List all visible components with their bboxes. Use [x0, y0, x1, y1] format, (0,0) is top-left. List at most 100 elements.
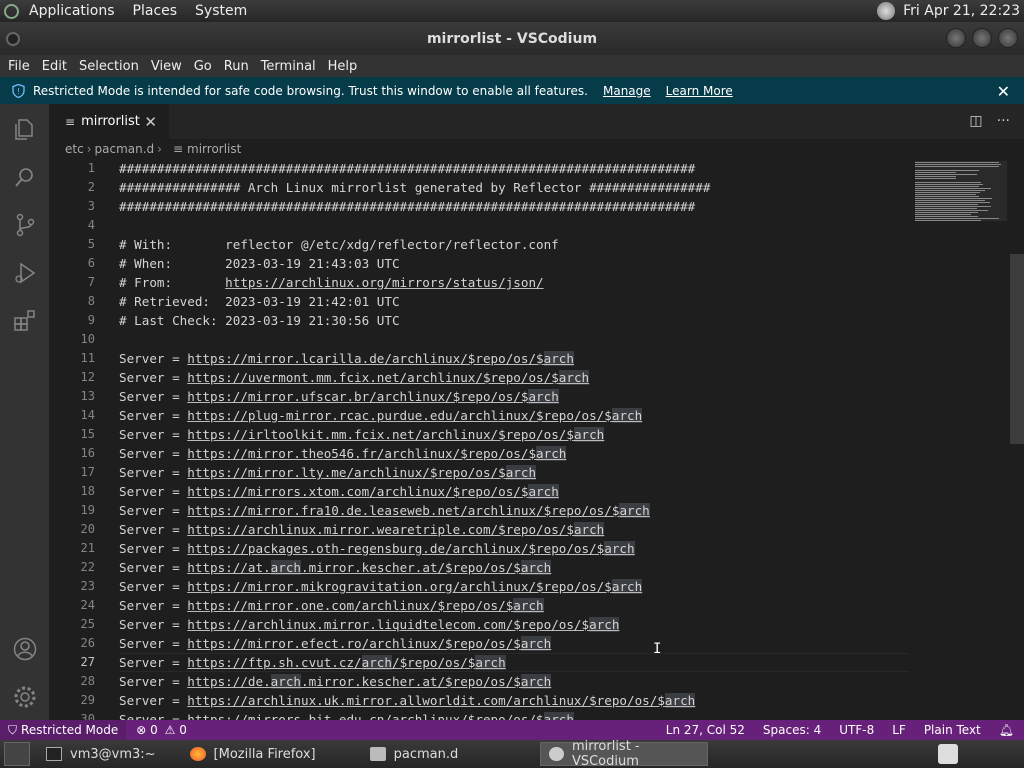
menu-edit[interactable]: Edit — [42, 59, 67, 74]
code-line[interactable]: Server = https://uvermont.mm.fcix.net/ar… — [119, 368, 590, 387]
code-line[interactable]: Server = https://mirrors.bit.edu.cn/arch… — [119, 710, 574, 720]
highlighted-match[interactable]: arch — [361, 655, 392, 670]
menu-file[interactable]: File — [8, 59, 30, 74]
extensions-icon[interactable] — [12, 308, 38, 334]
code-line[interactable]: Server = https://mirrors.xtom.com/archli… — [119, 482, 559, 501]
search-icon[interactable] — [12, 164, 38, 190]
code-line[interactable]: Server = https://mirror.lty.me/archlinux… — [119, 463, 537, 482]
highlighted-match[interactable]: arch — [520, 560, 552, 575]
code-line[interactable]: Server = https://mirror.one.com/archlinu… — [119, 596, 544, 615]
show-desktop-button[interactable] — [4, 742, 30, 766]
menu-run[interactable]: Run — [224, 59, 249, 74]
url-link[interactable]: https://ftp.sh.cvut.cz/ — [187, 655, 361, 670]
code-line[interactable]: # From: https://archlinux.org/mirrors/st… — [119, 273, 544, 292]
code-line[interactable]: ########################################… — [119, 197, 695, 216]
code-line[interactable]: Server = https://archlinux.mirror.wearet… — [119, 520, 605, 539]
url-link[interactable]: https://irltoolkit.mm.fcix.net/archlinux… — [187, 427, 574, 442]
code-line[interactable]: # Retrieved: 2023-03-19 21:42:01 UTC — [119, 292, 400, 311]
minimap[interactable] — [911, 159, 1007, 720]
tray-app-icon[interactable] — [938, 744, 958, 764]
url-link[interactable]: .mirror.kescher.at/$repo/os/$ — [301, 560, 521, 575]
code-text[interactable]: ########################################… — [119, 159, 909, 720]
highlighted-match[interactable]: arch — [573, 522, 605, 537]
highlighted-match[interactable]: arch — [558, 370, 590, 385]
explorer-icon[interactable] — [12, 116, 38, 142]
panel-menu-applications[interactable]: Applications — [22, 3, 126, 19]
url-link[interactable]: https://mirror.lcarilla.de/archlinux/$re… — [187, 351, 543, 366]
highlighted-match[interactable]: arch — [528, 484, 559, 499]
status-restricted-mode[interactable]: ⛉ Restricted Mode — [0, 720, 127, 740]
status-encoding[interactable]: UTF-8 — [839, 723, 874, 737]
highlighted-match[interactable]: arch — [611, 579, 643, 594]
code-line[interactable]: Server = https://mirror.theo546.fr/archl… — [119, 444, 567, 463]
url-link[interactable]: https://at. — [187, 560, 270, 575]
url-link[interactable]: https://mirrors.bit.edu.cn/archlinux/$re… — [187, 712, 543, 720]
window-titlebar[interactable]: mirrorlist - VSCodium — [0, 22, 1024, 55]
url-link[interactable]: https://mirror.mikrogravitation.org/arch… — [187, 579, 612, 594]
highlighted-match[interactable]: arch — [520, 636, 552, 651]
highlighted-match[interactable]: arch — [536, 446, 567, 461]
code-line[interactable]: Server = https://mirror.mikrogravitation… — [119, 577, 643, 596]
split-editor-icon[interactable]: ◫ — [969, 113, 982, 129]
highlighted-match[interactable]: arch — [475, 655, 506, 670]
accounts-icon[interactable] — [12, 636, 38, 662]
close-icon[interactable]: ✕ — [997, 82, 1010, 101]
url-link[interactable]: https://archlinux.mirror.liquidtelecom.c… — [187, 617, 589, 632]
code-line[interactable]: Server = https://mirror.efect.ro/archlin… — [119, 634, 552, 653]
code-line[interactable]: Server = https://irltoolkit.mm.fcix.net/… — [119, 425, 605, 444]
code-line[interactable]: Server = https://archlinux.mirror.liquid… — [119, 615, 620, 634]
run-debug-icon[interactable] — [12, 260, 38, 286]
code-line[interactable]: Server = https://packages.oth-regensburg… — [119, 539, 635, 558]
url-link[interactable]: https://mirror.efect.ro/archlinux/$repo/… — [187, 636, 521, 651]
code-line[interactable]: Server = https://plug-mirror.rcac.purdue… — [119, 406, 643, 425]
url-link[interactable]: https://plug-mirror.rcac.purdue.edu/arch… — [187, 408, 612, 423]
breadcrumb-etc[interactable]: etc — [65, 142, 84, 156]
status-problems[interactable]: ⊗ 0 ⚠ 0 — [136, 723, 187, 737]
highlighted-match[interactable]: arch — [513, 598, 544, 613]
code-line[interactable]: Server = https://mirror.lcarilla.de/arch… — [119, 349, 574, 368]
url-link[interactable]: https://uvermont.mm.fcix.net/archlinux/$… — [187, 370, 559, 385]
manage-link[interactable]: Manage — [603, 84, 651, 98]
status-indentation[interactable]: Spaces: 4 — [763, 723, 821, 737]
panel-menu-system[interactable]: System — [188, 3, 258, 19]
url-link[interactable]: https://archlinux.org/mirrors/status/jso… — [225, 275, 543, 290]
window-menu-icon[interactable] — [6, 32, 20, 46]
vertical-scrollbar[interactable] — [1010, 254, 1024, 444]
close-window-button[interactable] — [998, 28, 1018, 48]
url-link[interactable]: https://archlinux.mirror.wearetriple.com… — [187, 522, 574, 537]
status-cursor-position[interactable]: Ln 27, Col 52 — [666, 723, 745, 737]
highlighted-match[interactable]: arch — [604, 541, 635, 556]
minimize-button[interactable] — [946, 28, 966, 48]
maximize-button[interactable] — [972, 28, 992, 48]
url-link[interactable]: https://mirror.lty.me/archlinux/$repo/os… — [187, 465, 505, 480]
code-line[interactable]: # With: reflector @/etc/xdg/reflector/re… — [119, 235, 559, 254]
highlighted-match[interactable]: arch — [505, 465, 537, 480]
volume-icon[interactable] — [877, 2, 896, 20]
menu-view[interactable]: View — [151, 59, 182, 74]
url-link[interactable]: https://de. — [187, 674, 270, 689]
menu-go[interactable]: Go — [194, 59, 212, 74]
tab-mirrorlist[interactable]: ≡ mirrorlist ✕ — [49, 104, 169, 139]
url-link[interactable]: https://mirror.theo546.fr/archlinux/$rep… — [187, 446, 536, 461]
breadcrumb-pacman-d[interactable]: pacman.d — [95, 142, 155, 156]
highlighted-match[interactable]: arch — [543, 351, 574, 366]
highlighted-match[interactable]: arch — [619, 503, 650, 518]
url-link[interactable]: https://mirror.fra10.de.leaseweb.net/arc… — [187, 503, 619, 518]
menu-help[interactable]: Help — [328, 59, 358, 74]
code-line[interactable]: Server = https://ftp.sh.cvut.cz/arch/$re… — [119, 653, 506, 672]
highlighted-match[interactable]: arch — [611, 408, 643, 423]
menu-terminal[interactable]: Terminal — [261, 59, 316, 74]
menu-selection[interactable]: Selection — [79, 59, 139, 74]
code-line[interactable]: # Last Check: 2023-03-19 21:30:56 UTC — [119, 311, 400, 330]
highlighted-match[interactable]: arch — [664, 693, 696, 708]
settings-gear-icon[interactable] — [12, 684, 38, 710]
task-vscodium[interactable]: mirrorlist - VSCodium — [540, 739, 709, 768]
url-link[interactable]: /$repo/os/$ — [392, 655, 475, 670]
url-link[interactable]: .mirror.kescher.at/$repo/os/$ — [301, 674, 521, 689]
url-link[interactable]: https://mirror.ufscar.br/archlinux/$repo… — [187, 389, 528, 404]
panel-menu-places[interactable]: Places — [126, 3, 189, 19]
code-line[interactable]: Server = https://archlinux.uk.mirror.all… — [119, 691, 696, 710]
url-link[interactable]: https://packages.oth-regensburg.de/archl… — [187, 541, 604, 556]
bell-icon[interactable]: 🔔︎ — [999, 723, 1014, 737]
highlighted-match[interactable]: arch — [270, 674, 301, 689]
